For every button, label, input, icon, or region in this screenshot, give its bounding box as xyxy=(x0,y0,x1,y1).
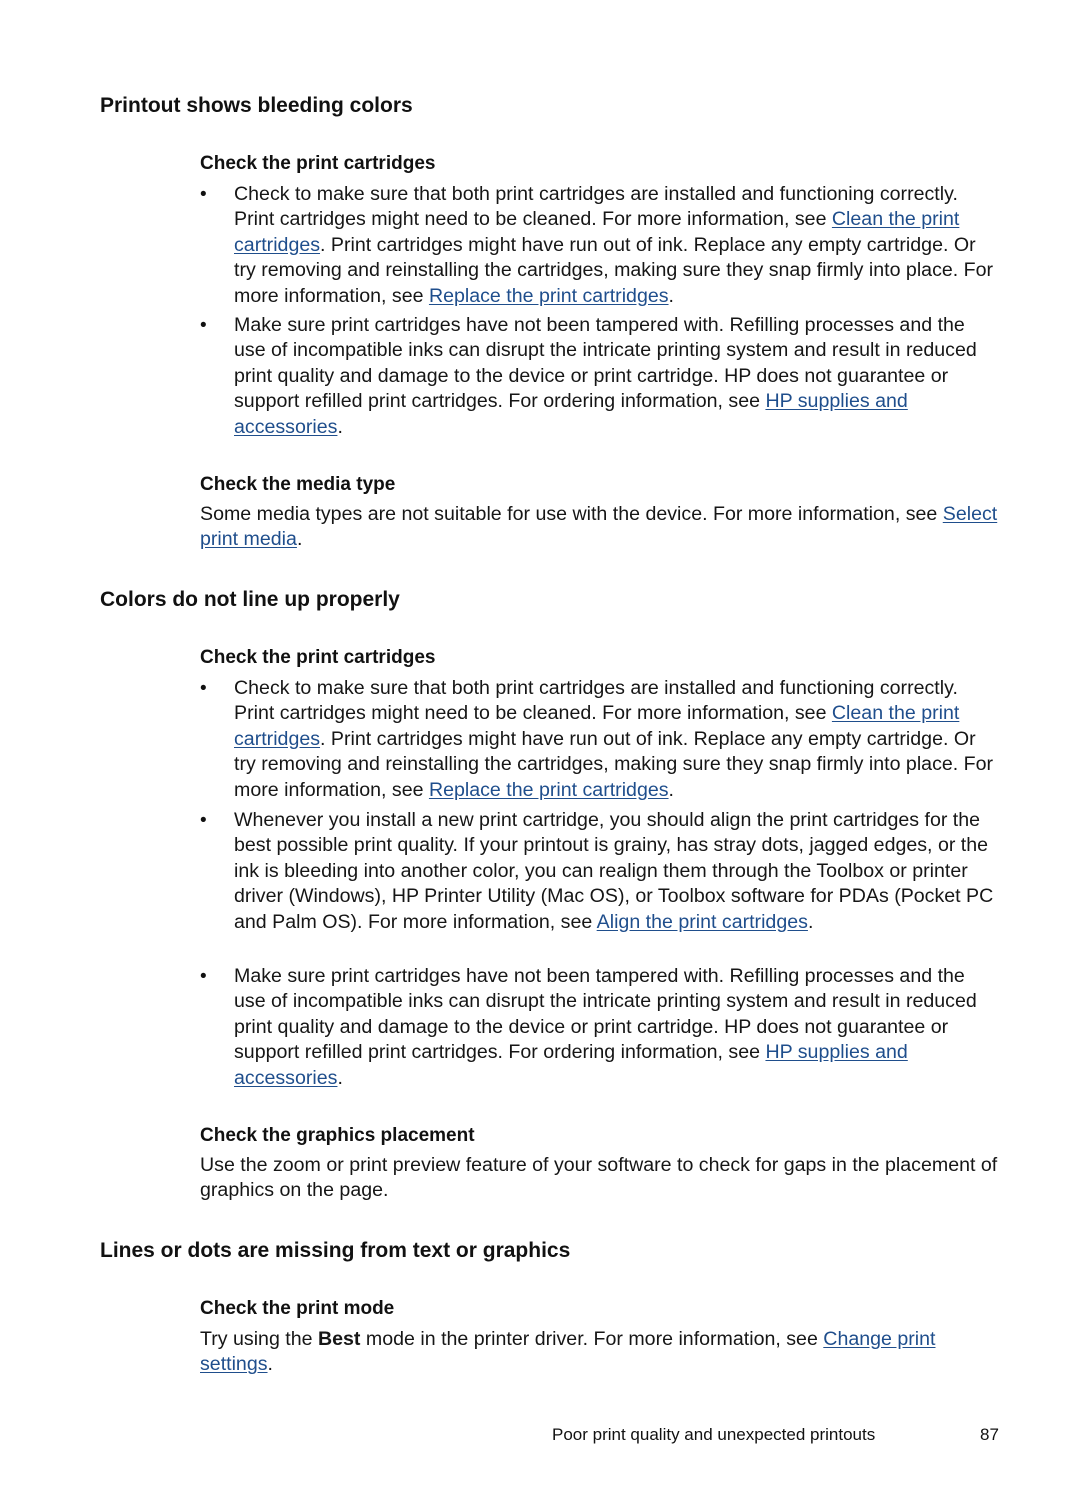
section-heading-colors-line-up: Colors do not line up properly xyxy=(100,588,400,611)
subheading-check-media-type: Check the media type xyxy=(200,474,396,495)
list-item-text: Make sure print cartridges have not been… xyxy=(234,964,1000,1091)
paragraph-media-type: Some media types are not suitable for us… xyxy=(200,502,1000,553)
body-text: . xyxy=(267,1353,273,1376)
list-item-text: Check to make sure that both print cartr… xyxy=(234,182,1000,309)
body-text: mode in the printer driver. For more inf… xyxy=(360,1328,824,1350)
link-align-print-cartridges[interactable]: Align the print cartridges xyxy=(597,911,808,933)
body-text: . xyxy=(337,415,343,438)
list-item: • Make sure print cartridges have not be… xyxy=(200,313,1000,440)
list-item-text: Make sure print cartridges have not been… xyxy=(234,313,1000,440)
list-item: • Whenever you install a new print cartr… xyxy=(200,808,1000,935)
list-item: • Check to make sure that both print car… xyxy=(200,182,1000,309)
body-text: Try using the xyxy=(200,1328,318,1350)
list-item: • Check to make sure that both print car… xyxy=(200,676,1000,803)
body-text: Some media types are not suitable for us… xyxy=(200,503,943,525)
subheading-check-graphics-placement: Check the graphics placement xyxy=(200,1125,475,1146)
body-text: . xyxy=(337,1066,343,1089)
link-replace-print-cartridges[interactable]: Replace the print cartridges xyxy=(429,779,669,801)
bullet-icon: • xyxy=(200,678,207,699)
bullet-icon: • xyxy=(200,966,207,987)
paragraph-graphics-placement: Use the zoom or print preview feature of… xyxy=(200,1153,1000,1204)
paragraph-print-mode: Try using the Best mode in the printer d… xyxy=(200,1327,1000,1378)
section-heading-lines-dots-missing: Lines or dots are missing from text or g… xyxy=(100,1239,571,1262)
body-text: . xyxy=(668,284,674,307)
list-item: • Make sure print cartridges have not be… xyxy=(200,964,1000,1091)
list-item-text: Check to make sure that both print cartr… xyxy=(234,676,1000,803)
body-text: . xyxy=(807,910,814,933)
bullet-icon: • xyxy=(200,315,207,336)
footer-chapter-title: Poor print quality and unexpected printo… xyxy=(552,1425,876,1444)
page-number: 87 xyxy=(980,1425,999,1444)
bullet-icon: • xyxy=(200,184,207,205)
emphasis-best: Best xyxy=(317,1328,361,1350)
subheading-check-print-cartridges: Check the print cartridges xyxy=(200,647,436,668)
subheading-check-print-mode: Check the print mode xyxy=(200,1298,395,1319)
body-text: . xyxy=(668,778,674,801)
document-page: Printout shows bleeding colors Check the… xyxy=(0,0,1080,1495)
subheading-check-print-cartridges: Check the print cartridges xyxy=(200,153,436,174)
list-item-text: Whenever you install a new print cartrid… xyxy=(234,808,1000,935)
body-text: . xyxy=(296,528,303,551)
link-replace-print-cartridges[interactable]: Replace the print cartridges xyxy=(429,285,669,307)
body-text: Use the zoom or print preview feature of… xyxy=(200,1154,998,1202)
section-heading-bleeding-colors: Printout shows bleeding colors xyxy=(100,94,413,117)
bullet-icon: • xyxy=(200,810,207,831)
